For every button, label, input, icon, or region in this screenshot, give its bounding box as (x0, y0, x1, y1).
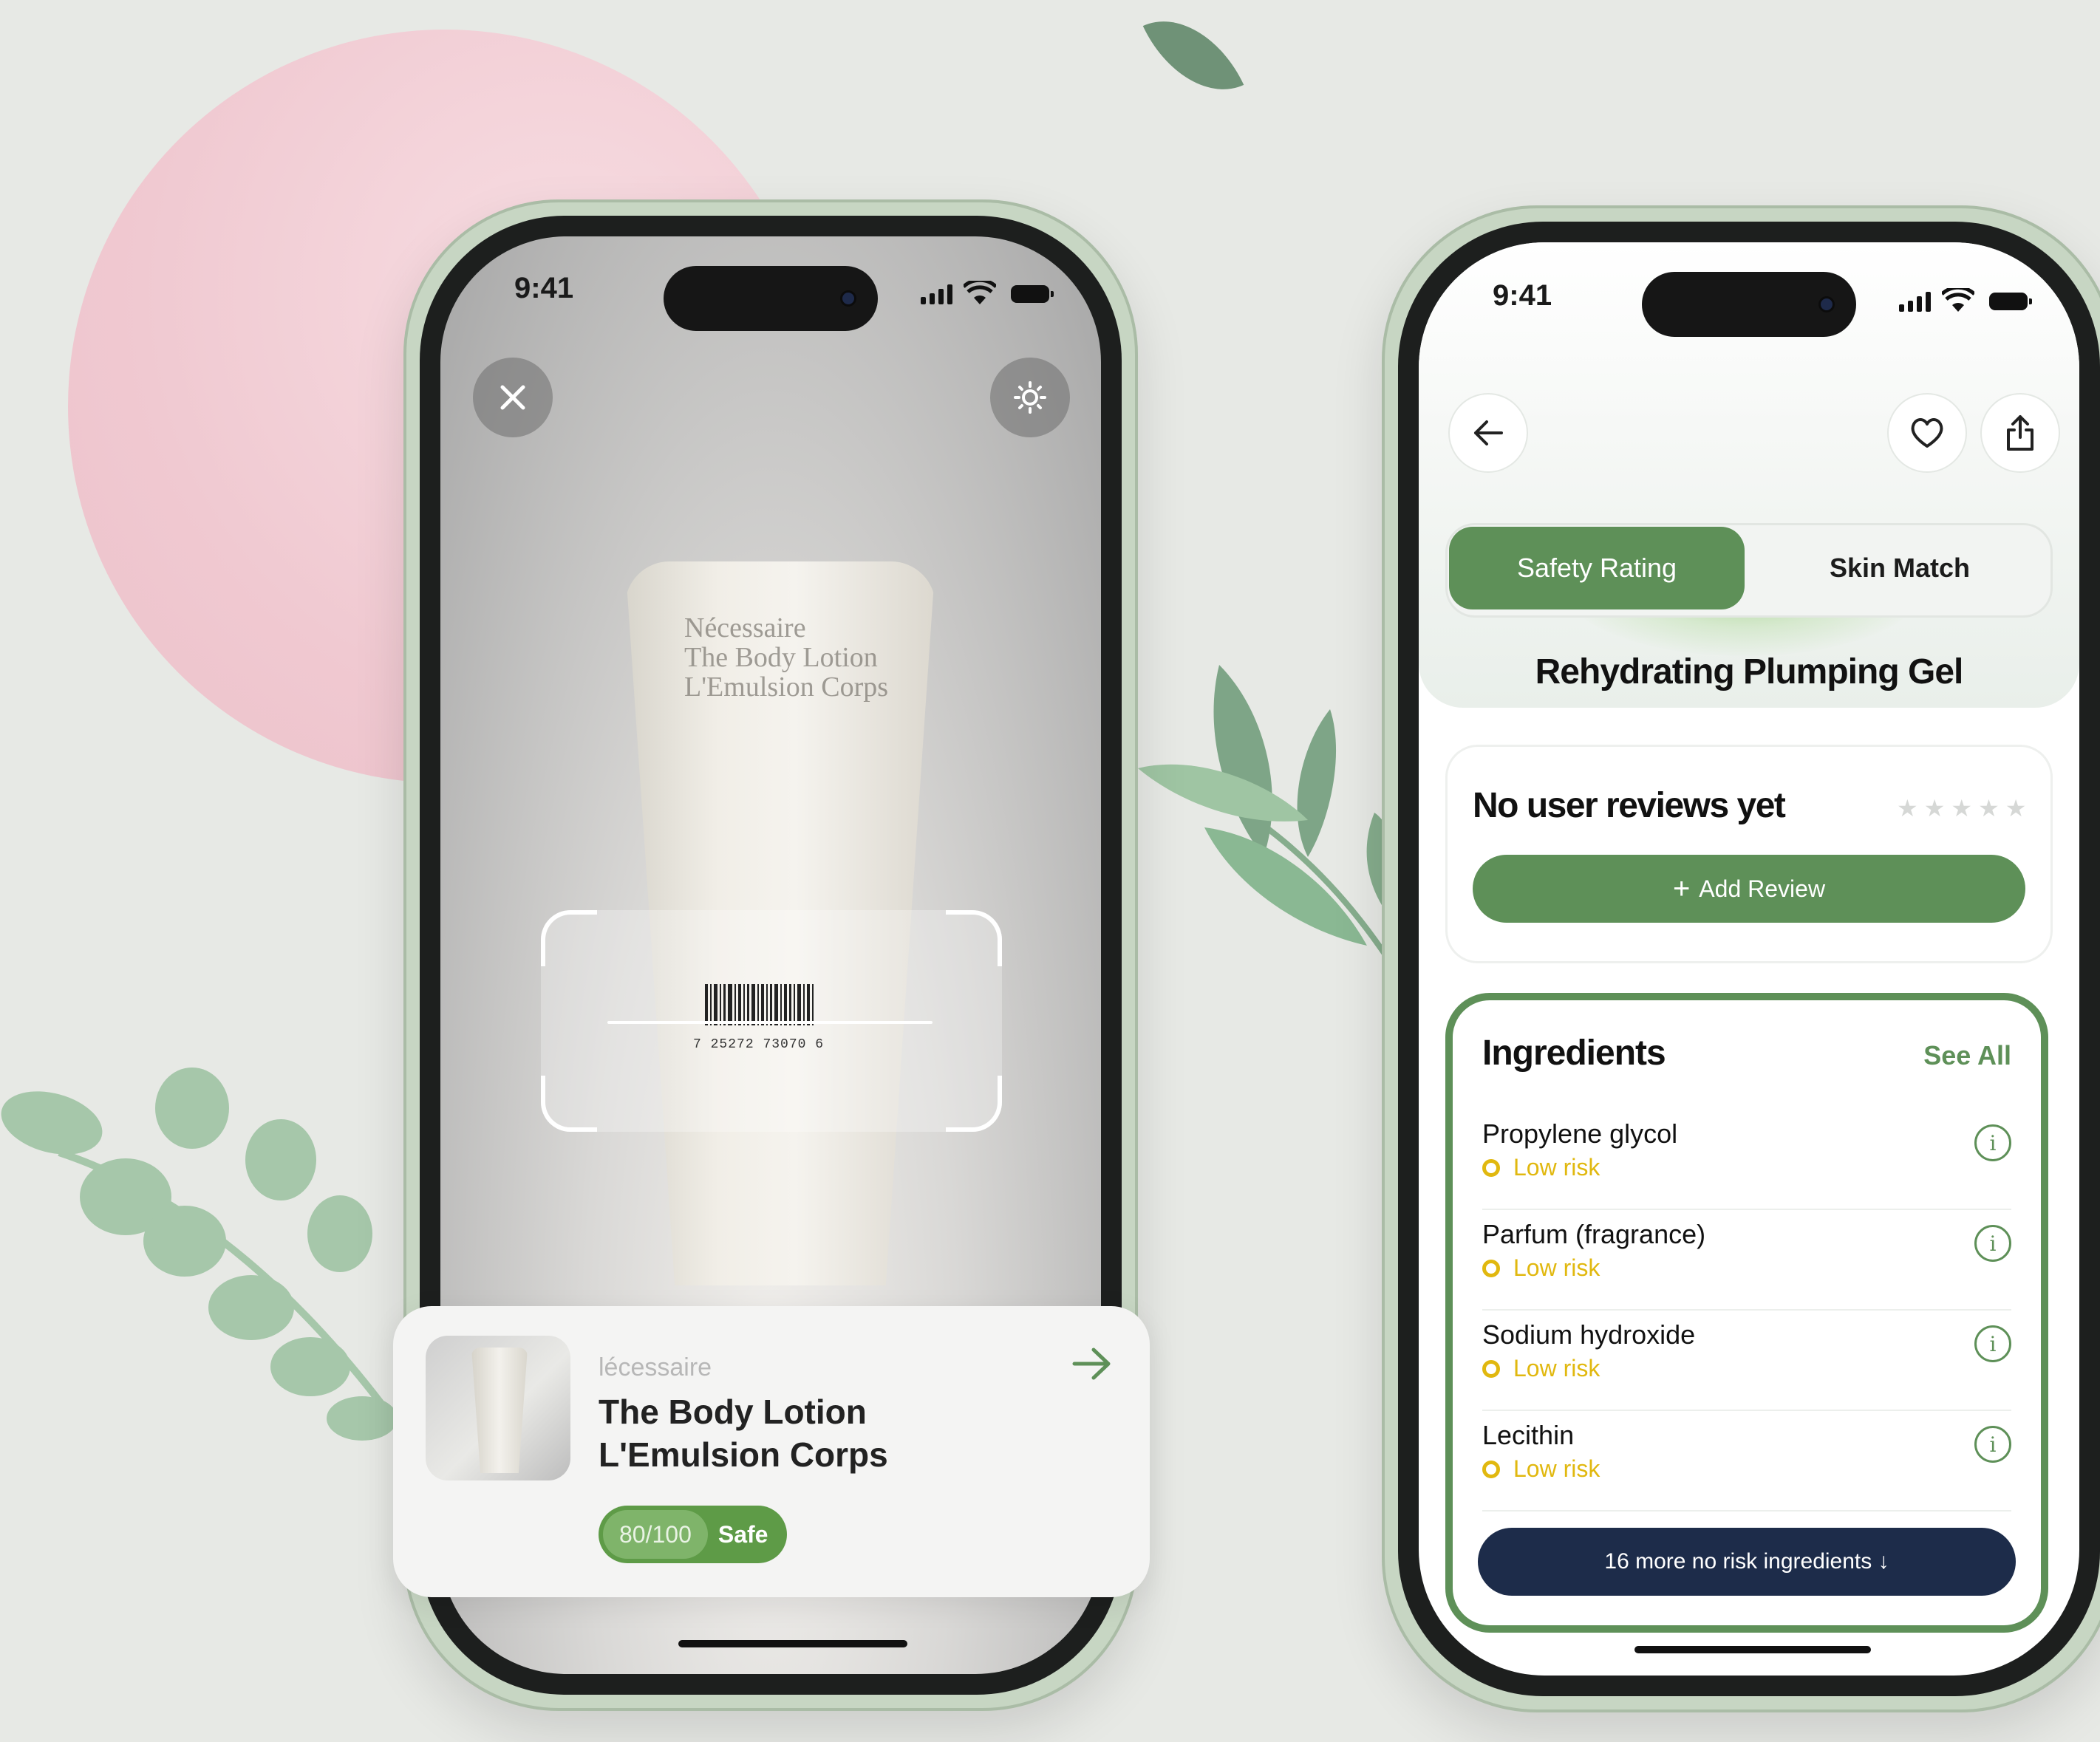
favorite-button[interactable] (1887, 393, 1967, 473)
ingredient-name: Lecithin (1482, 1420, 1575, 1450)
risk-level: Low risk (1482, 1355, 1600, 1382)
scan-corner (946, 910, 1002, 966)
star-icon: ★ (1951, 795, 1973, 822)
ingredient-row[interactable]: Sodium hydroxide Low risk i (1482, 1309, 2011, 1411)
ingredient-name: Propylene glycol (1482, 1118, 1678, 1149)
product-name-line2: L'Emulsion Corps (599, 1435, 888, 1474)
tab-safety-rating[interactable]: Safety Rating (1449, 527, 1745, 609)
product-title: Rehydrating Plumping Gel (1535, 652, 1964, 691)
detail-phone: 9:41 Safety Rating Skin Match Rehydratin… (1382, 205, 2100, 1712)
ingredient-row[interactable]: Propylene glycol Low risk i (1482, 1108, 2011, 1210)
risk-dot-icon (1482, 1259, 1500, 1277)
wifi-icon (1942, 288, 1974, 312)
rating-tabs: Safety Rating Skin Match (1445, 523, 2053, 618)
close-icon (500, 385, 525, 410)
risk-dot-icon (1482, 1158, 1500, 1177)
status-time: 9:41 (1493, 279, 1552, 312)
front-camera (1821, 298, 1833, 310)
scan-frame: 7 25272 73070 6 (541, 910, 1002, 1132)
close-button[interactable] (473, 358, 553, 437)
battery-icon (1011, 285, 1054, 303)
back-button[interactable] (1448, 393, 1528, 473)
signal-icon (921, 284, 952, 304)
product-thumbnail (426, 1336, 570, 1480)
tube-text-line2: L'Emulsion Corps (684, 672, 889, 703)
product-name-line1: The Body Lotion (599, 1393, 867, 1431)
dynamic-island (664, 266, 878, 331)
front-camera (842, 293, 854, 304)
scan-corner (541, 910, 597, 966)
plus-icon: + (1672, 872, 1691, 905)
safety-score-badge: 80/100 Safe (599, 1506, 788, 1563)
barcode (705, 984, 814, 1025)
ingredient-name: Sodium hydroxide (1482, 1319, 1696, 1350)
scan-result-card[interactable]: lécessaire The Body Lotion L'Emulsion Co… (393, 1306, 1150, 1597)
score-verdict: Safe (717, 1520, 768, 1548)
tube-text-line1: The Body Lotion (684, 642, 878, 673)
status-time: 9:41 (514, 272, 574, 304)
ingredient-name: Parfum (fragrance) (1482, 1219, 1706, 1249)
wifi-icon (964, 281, 996, 304)
score-value: 80/100 (603, 1510, 708, 1559)
reviews-title: No user reviews yet (1473, 786, 1786, 825)
leaf-decoration (1142, 0, 1244, 113)
scan-line (607, 1021, 933, 1024)
risk-level: Low risk (1482, 1455, 1600, 1483)
detail-screen: 9:41 Safety Rating Skin Match Rehydratin… (1419, 242, 2079, 1676)
info-icon[interactable]: i (1974, 1225, 2011, 1262)
star-icon: ★ (1897, 795, 1918, 822)
star-icon: ★ (1923, 795, 1946, 822)
ingredients-card: Ingredients See All Propylene glycol Low… (1445, 993, 2048, 1633)
branch-decoration (1, 1068, 417, 1448)
info-icon[interactable]: i (1974, 1325, 2011, 1362)
arrow-right-icon[interactable] (1071, 1346, 1113, 1381)
add-review-button[interactable]: + Add Review (1473, 855, 2025, 923)
more-ingredients-button[interactable]: 16 more no risk ingredients ↓ (1478, 1528, 2016, 1596)
info-icon[interactable]: i (1974, 1124, 2011, 1161)
branch-decoration (1138, 665, 1397, 963)
barcode-digits: 7 25272 73070 6 (693, 1037, 825, 1052)
ingredients-title: Ingredients (1482, 1034, 1666, 1073)
reviews-card: No user reviews yet ★ ★ ★ ★ ★ + Add Review (1445, 745, 2053, 963)
rating-stars: ★ ★ ★ ★ ★ (1897, 794, 2026, 822)
signal-icon (1899, 291, 1931, 312)
home-indicator (1634, 1646, 1871, 1653)
info-icon[interactable]: i (1974, 1426, 2011, 1463)
product-brand: lécessaire (599, 1353, 712, 1381)
flash-button[interactable] (990, 358, 1070, 437)
risk-level: Low risk (1482, 1254, 1600, 1282)
see-all-link[interactable]: See All (1923, 1040, 2011, 1071)
battery-icon (1989, 293, 2032, 310)
brightness-icon (1014, 381, 1046, 414)
risk-dot-icon (1482, 1359, 1500, 1378)
scan-corner (541, 1076, 597, 1132)
risk-dot-icon (1482, 1460, 1500, 1478)
heart-icon (1911, 418, 1943, 448)
star-icon: ★ (1978, 795, 2000, 822)
risk-level: Low risk (1482, 1154, 1600, 1181)
tube-label: Nécessaire The Body Lotion L'Emulsion Co… (684, 613, 888, 702)
share-icon (2007, 415, 2033, 451)
thumbnail-tube (471, 1348, 528, 1473)
ingredient-row[interactable]: Lecithin Low risk i (1482, 1410, 2011, 1512)
add-review-label: Add Review (1699, 875, 1826, 902)
star-icon: ★ (2005, 795, 2027, 822)
share-button[interactable] (1980, 393, 2060, 473)
arrow-left-icon (1474, 420, 1503, 445)
phone-bezel: 9:41 Safety Rating Skin Match Rehydratin… (1398, 222, 2100, 1696)
home-indicator (678, 1640, 907, 1647)
product-name: The Body Lotion L'Emulsion Corps (599, 1390, 888, 1476)
ingredient-row[interactable]: Parfum (fragrance) Low risk i (1482, 1209, 2011, 1311)
tube-brand-text: Nécessaire (684, 612, 806, 643)
dynamic-island (1642, 272, 1856, 337)
tab-skin-match[interactable]: Skin Match (1752, 527, 2048, 609)
